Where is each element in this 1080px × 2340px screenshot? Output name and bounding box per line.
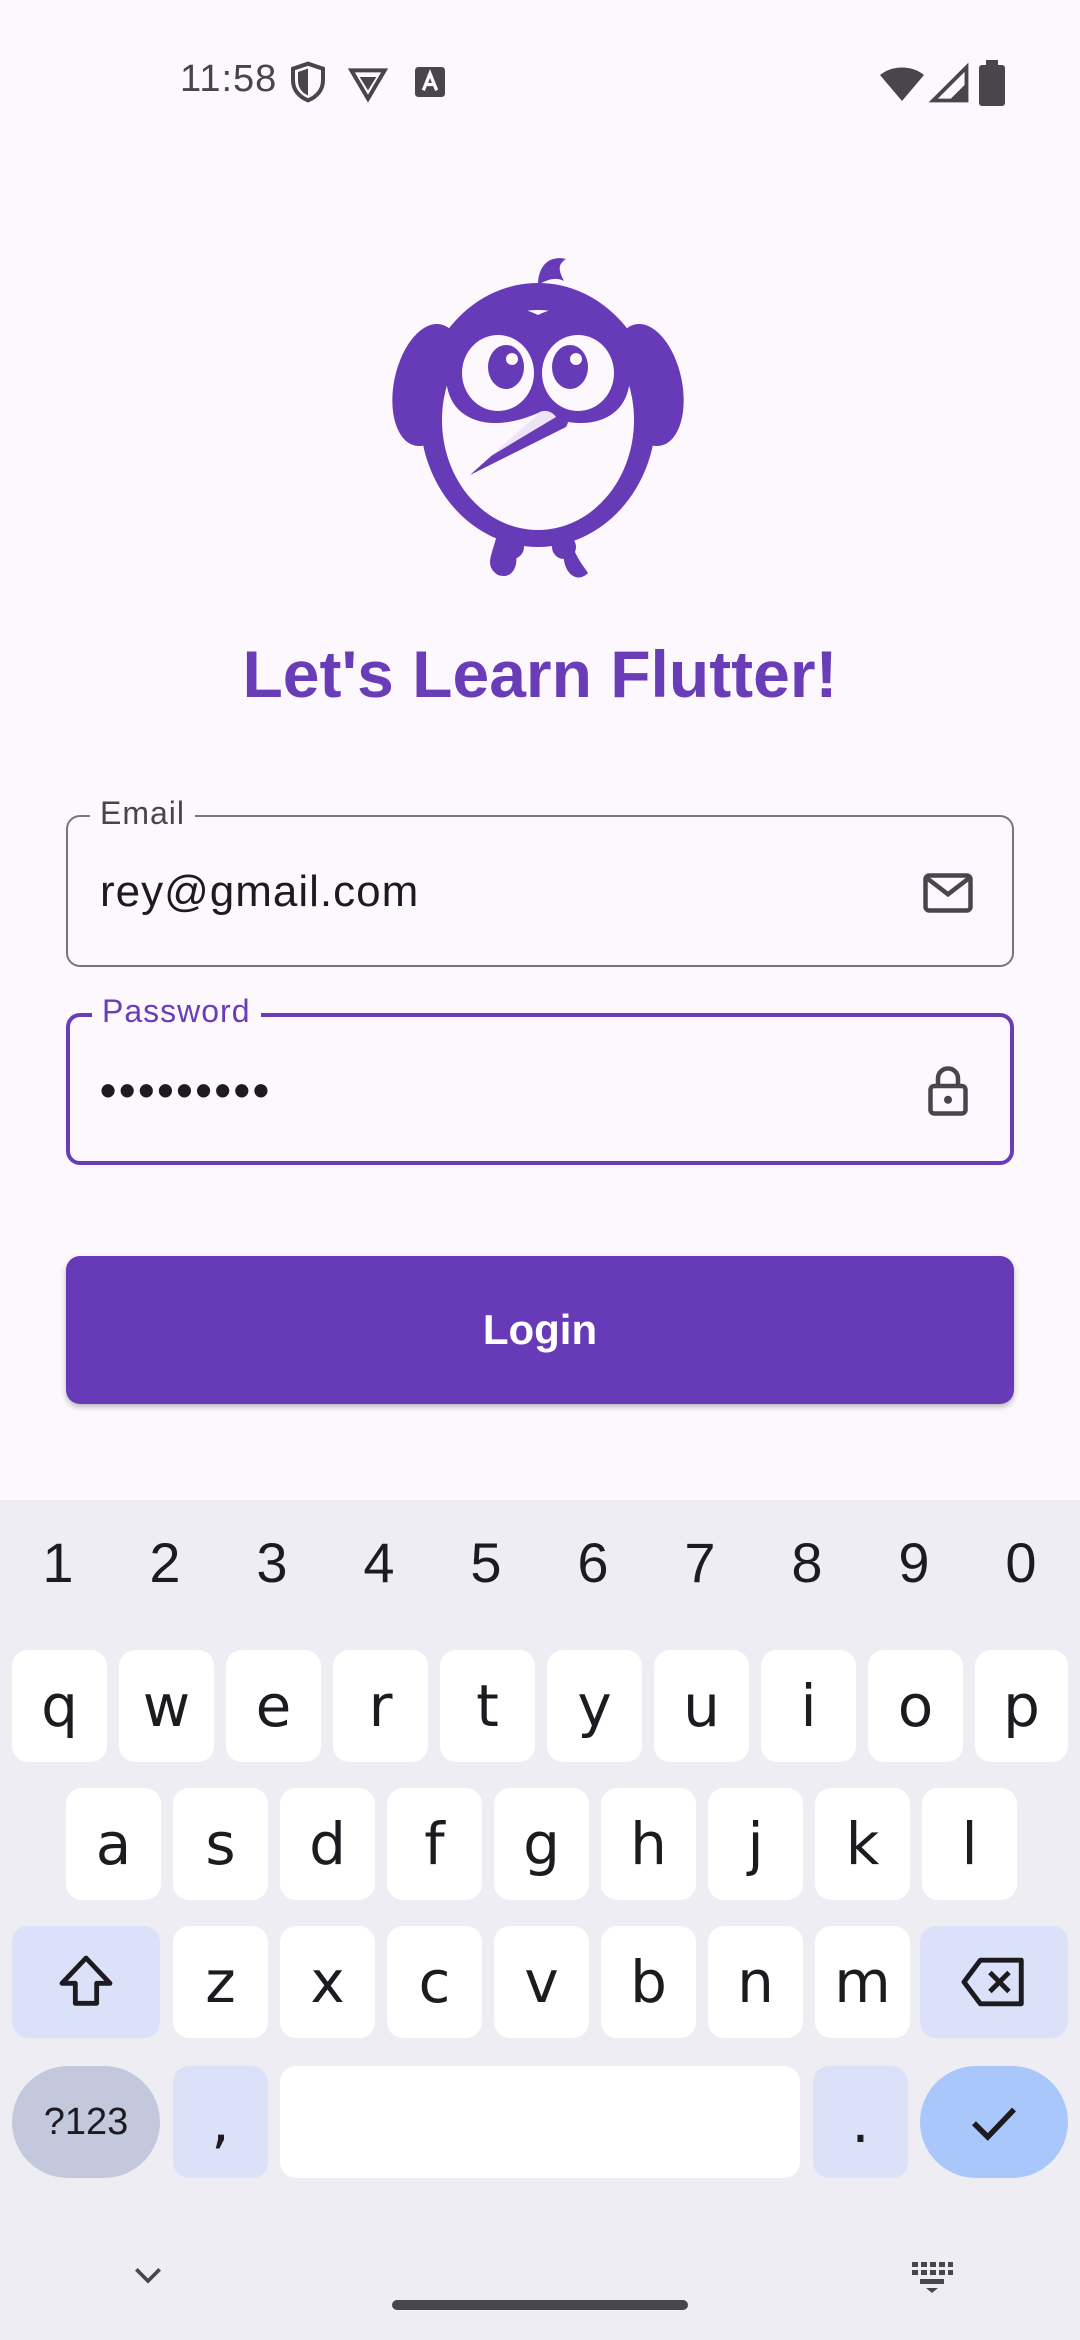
status-bar: 11:58 [0, 0, 1080, 160]
password-field-label: Password [92, 993, 261, 1030]
key-6[interactable]: 6 [539, 1530, 647, 1595]
status-time: 11:58 [180, 58, 278, 100]
key-f[interactable]: f [387, 1788, 482, 1900]
spacebar[interactable] [280, 2066, 800, 2178]
check-icon [972, 2107, 1016, 2141]
key-7[interactable]: 7 [646, 1530, 754, 1595]
key-p[interactable]: p [975, 1650, 1068, 1762]
email-field[interactable]: Email rey@gmail.com [66, 795, 1014, 967]
key-k[interactable]: k [815, 1788, 910, 1900]
battery-icon [979, 60, 1005, 106]
key-2[interactable]: 2 [111, 1530, 219, 1595]
key-o[interactable]: o [868, 1650, 963, 1762]
key-w[interactable]: w [119, 1650, 214, 1762]
key-4[interactable]: 4 [325, 1530, 433, 1595]
key-9[interactable]: 9 [860, 1530, 968, 1595]
key-r[interactable]: r [333, 1650, 428, 1762]
symbols-key[interactable]: ?123 [12, 2066, 160, 2178]
navigation-bar [0, 2200, 1080, 2340]
key-s[interactable]: s [173, 1788, 268, 1900]
key-5[interactable]: 5 [432, 1530, 540, 1595]
email-field-label: Email [90, 795, 196, 832]
key-v[interactable]: v [494, 1926, 589, 2038]
key-i[interactable]: i [761, 1650, 856, 1762]
email-field-value[interactable]: rey@gmail.com [100, 867, 419, 917]
shield-icon [291, 61, 325, 103]
key-h[interactable]: h [601, 1788, 696, 1900]
backspace-key[interactable] [920, 1926, 1068, 2038]
key-d[interactable]: d [280, 1788, 375, 1900]
shift-icon [59, 1955, 113, 2006]
key-y[interactable]: y [547, 1650, 642, 1762]
key-8[interactable]: 8 [753, 1530, 861, 1595]
keyboard-a-icon [415, 67, 445, 97]
signal-icon [928, 62, 969, 103]
key-l[interactable]: l [922, 1788, 1017, 1900]
chevron-down-icon[interactable] [128, 2260, 168, 2292]
key-e[interactable]: e [226, 1650, 321, 1762]
key-t[interactable]: t [440, 1650, 535, 1762]
backspace-icon [961, 1957, 1024, 2007]
key-1[interactable]: 1 [4, 1530, 112, 1595]
key-g[interactable]: g [494, 1788, 589, 1900]
key-z[interactable]: z [173, 1926, 268, 2038]
key-b[interactable]: b [601, 1926, 696, 2038]
keyboard-icon[interactable] [908, 2256, 956, 2296]
key-j[interactable]: j [708, 1788, 803, 1900]
key-n[interactable]: n [708, 1926, 803, 2038]
login-button[interactable]: Login [66, 1256, 1014, 1404]
mail-icon [923, 873, 973, 913]
key-x[interactable]: x [280, 1926, 375, 2038]
key-a[interactable]: a [66, 1788, 161, 1900]
home-indicator[interactable] [392, 2300, 688, 2310]
vpn-icon [348, 68, 388, 103]
key-c[interactable]: c [387, 1926, 482, 2038]
number-row: 1 2 3 4 5 6 7 8 9 0 [0, 1530, 1080, 1610]
lock-icon [928, 1066, 968, 1116]
key-0[interactable]: 0 [967, 1530, 1075, 1595]
shift-key[interactable] [12, 1926, 160, 2038]
password-field[interactable]: Password ••••••••• [66, 993, 1014, 1165]
enter-key[interactable] [920, 2066, 1068, 2178]
key-u[interactable]: u [654, 1650, 749, 1762]
key-3[interactable]: 3 [218, 1530, 326, 1595]
flutter-bird-logo [392, 258, 684, 578]
comma-key[interactable]: , [173, 2066, 268, 2178]
page-title: Let's Learn Flutter! [242, 637, 838, 711]
key-q[interactable]: q [12, 1650, 107, 1762]
period-key[interactable]: . [813, 2066, 908, 2178]
wifi-icon [880, 67, 924, 101]
password-field-value[interactable]: ••••••••• [100, 1063, 272, 1117]
key-m[interactable]: m [815, 1926, 910, 2038]
